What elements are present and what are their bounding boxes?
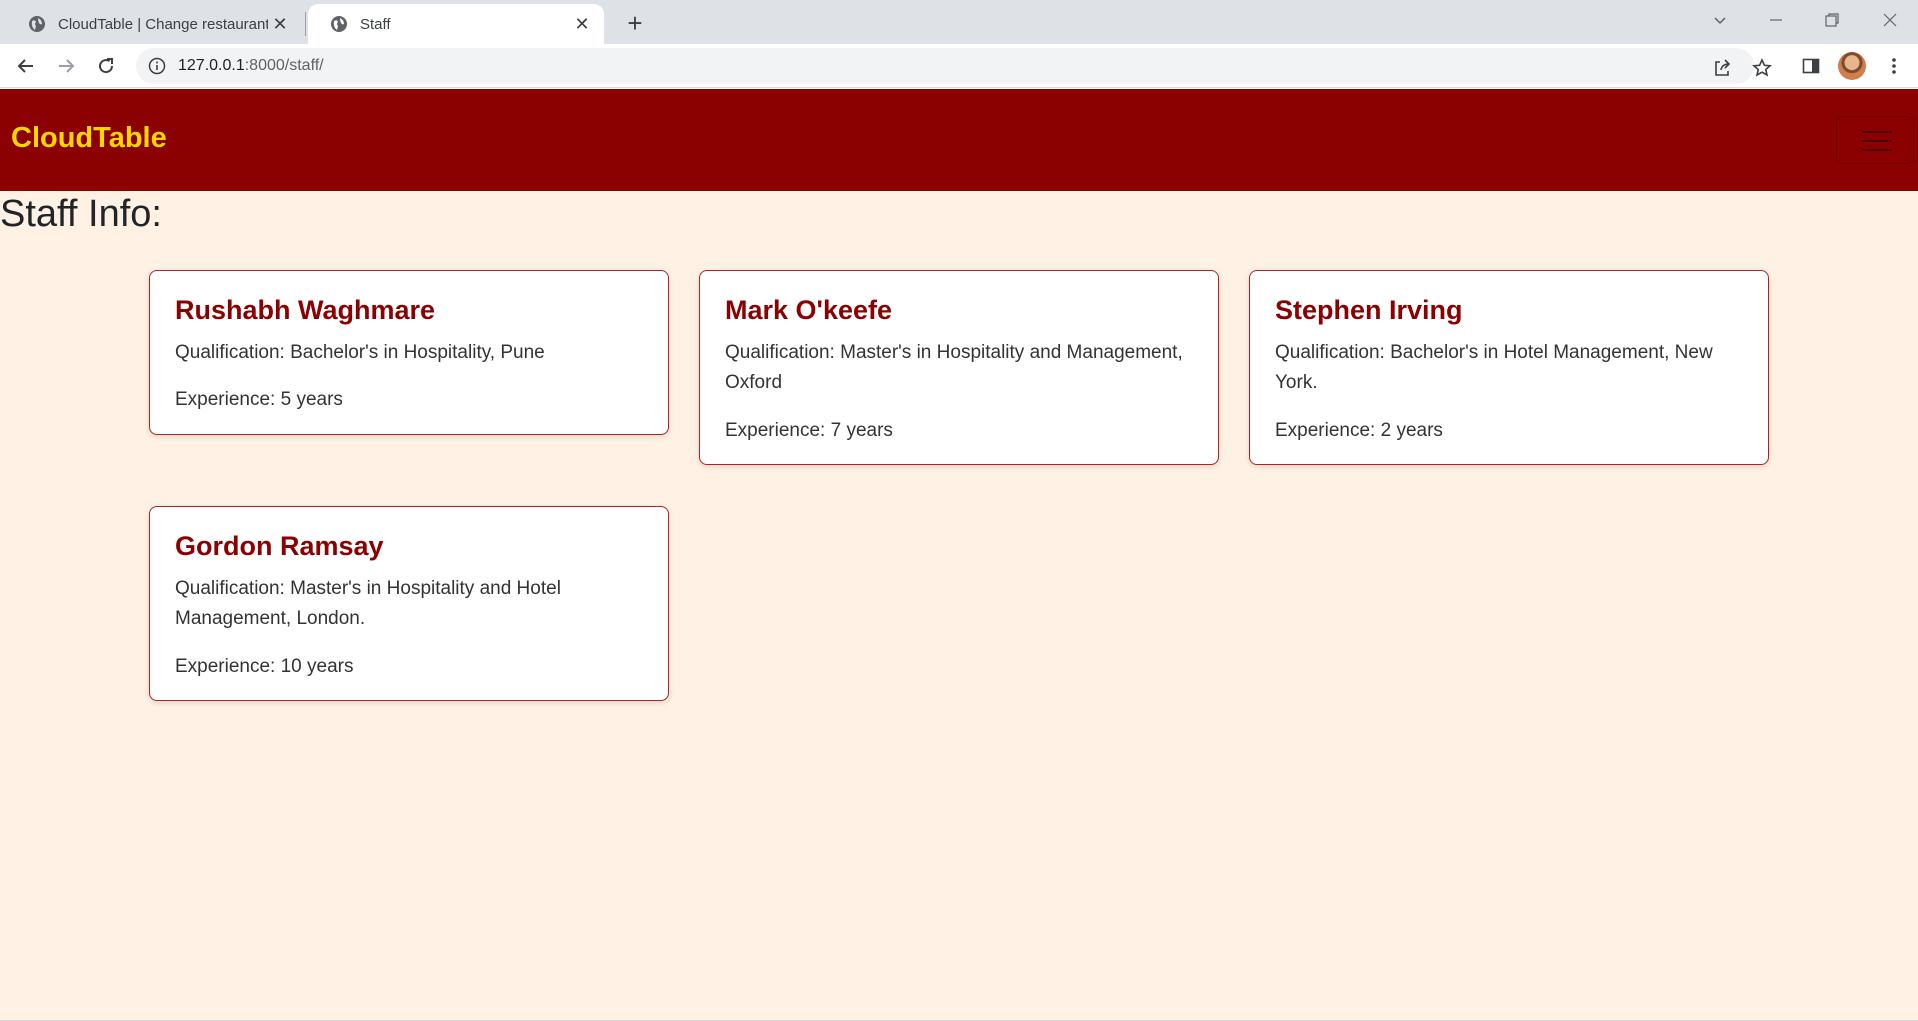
staff-card: Rushabh Waghmare Qualification: Bachelor… — [149, 270, 669, 435]
staff-qualification: Qualification: Bachelor's in Hospitality… — [175, 342, 545, 364]
arrow-right-icon — [59, 59, 75, 73]
new-tab-button[interactable]: + — [620, 8, 650, 38]
side-panel-icon[interactable] — [1797, 52, 1825, 80]
staff-name: Gordon Ramsay — [175, 531, 384, 561]
globe-icon — [331, 16, 347, 32]
close-tab-icon[interactable]: ✕ — [268, 12, 292, 36]
browser-menu-icon[interactable] — [1880, 52, 1908, 80]
reload-icon — [99, 58, 114, 74]
minimize-icon[interactable] — [1756, 4, 1796, 36]
browser-tab-staff[interactable]: Staff ✕ — [308, 4, 604, 44]
close-window-icon[interactable] — [1870, 4, 1910, 36]
navbar-toggler-button[interactable] — [1836, 116, 1914, 164]
url-host: 127.0.0.1 — [178, 57, 245, 74]
close-tab-icon[interactable]: ✕ — [570, 12, 594, 36]
profile-avatar[interactable] — [1838, 52, 1866, 80]
browser-toolbar: 127.0.0.1:8000/staff/ — [0, 44, 1918, 88]
reload-button[interactable] — [90, 50, 122, 82]
url-path: :8000/staff/ — [244, 57, 324, 74]
hamburger-line — [1862, 131, 1892, 133]
staff-card: Mark O'keefe Qualification: Master's in … — [699, 270, 1219, 466]
url-text: 127.0.0.1:8000/staff/ — [178, 57, 324, 75]
staff-name: Mark O'keefe — [725, 295, 893, 325]
staff-card: Stephen Irving Qualification: Bachelor's… — [1249, 270, 1769, 466]
address-bar[interactable]: 127.0.0.1:8000/staff/ — [136, 48, 1772, 84]
staff-experience: Experience: 10 years — [175, 655, 354, 677]
staff-qualification: Qualification: Bachelor's in Hotel Manag… — [1275, 342, 1713, 394]
tab-separator — [305, 12, 306, 36]
globe-icon — [29, 16, 45, 32]
site-navbar: CloudTable — [0, 89, 1918, 191]
brand-logo-link[interactable]: CloudTable — [11, 122, 167, 155]
tab-search-icon[interactable] — [1700, 4, 1740, 36]
forward-button[interactable] — [50, 50, 82, 82]
page-title: Staff Info: — [0, 193, 162, 235]
staff-experience: Experience: 5 years — [175, 389, 343, 411]
back-button[interactable] — [10, 50, 42, 82]
tab-title: Staff — [360, 15, 391, 33]
restore-icon[interactable] — [1812, 4, 1852, 36]
browser-tab-change-restaurant[interactable]: CloudTable | Change restaurant | ✕ — [6, 4, 302, 44]
staff-name: Rushabh Waghmare — [175, 295, 436, 325]
bookmark-star-icon[interactable] — [1750, 56, 1774, 80]
staff-experience: Experience: 7 years — [725, 419, 893, 441]
browser-tab-strip: CloudTable | Change restaurant | ✕ Staff… — [0, 0, 1918, 44]
staff-name: Stephen Irving — [1275, 295, 1463, 325]
staff-experience: Experience: 2 years — [1275, 419, 1443, 441]
staff-qualification: Qualification: Master's in Hospitality a… — [175, 578, 561, 630]
tab-title: CloudTable | Change restaurant | — [58, 15, 268, 33]
page-content: CloudTable Staff Info: Rushabh Waghmare … — [0, 89, 1918, 1021]
staff-qualification: Qualification: Master's in Hospitality a… — [725, 342, 1183, 394]
arrow-left-icon — [17, 59, 33, 73]
site-info-icon[interactable] — [148, 57, 166, 75]
staff-card: Gordon Ramsay Qualification: Master's in… — [149, 506, 669, 702]
hamburger-line — [1862, 140, 1892, 142]
share-icon[interactable] — [1710, 56, 1734, 80]
hamburger-line — [1862, 149, 1892, 151]
